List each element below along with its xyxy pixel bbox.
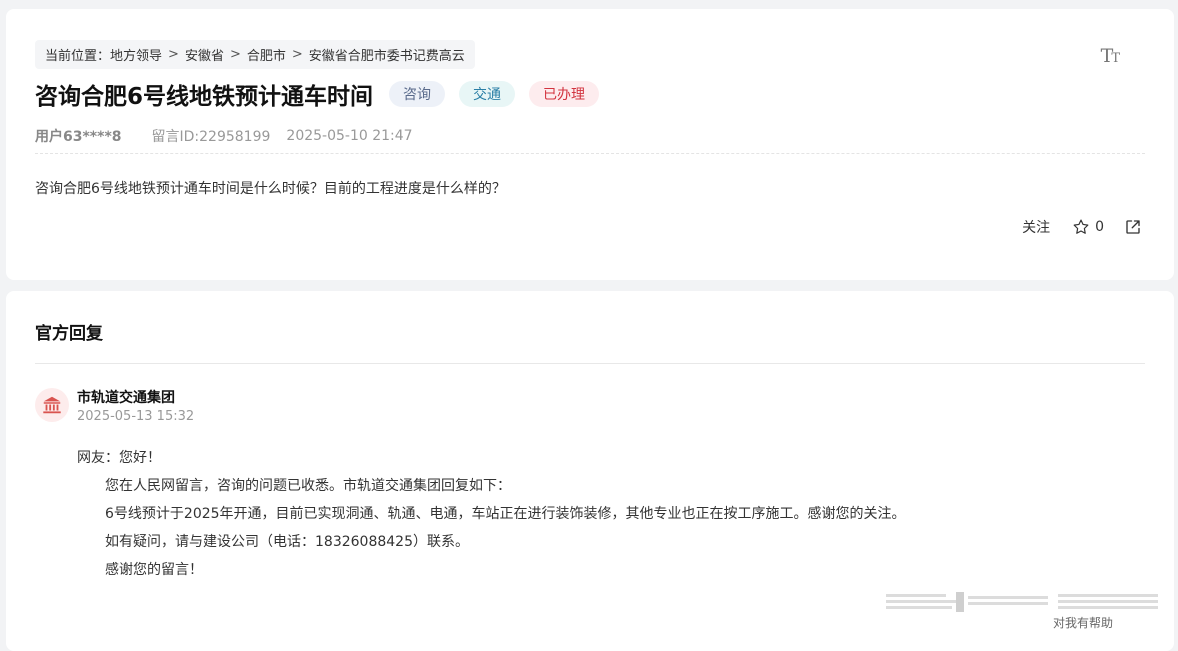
reply-paragraph: 您在人民网留言，咨询的问题已收悉。市轨道交通集团回复如下： bbox=[105, 478, 511, 494]
title-row: 咨询合肥6号线地铁预计通车时间 咨询 交通 已办理 bbox=[35, 77, 600, 111]
question-content: 咨询合肥6号线地铁预计通车时间是什么时候？目前的工程进度是什么样的？ bbox=[35, 181, 506, 197]
tag-consult[interactable]: 咨询 bbox=[389, 81, 446, 107]
breadcrumb-item-secretary[interactable]: 安徽省合肥市委书记费高云 bbox=[309, 45, 465, 64]
reply-paragraph: 6号线预计于2025年开通，目前已实现洞通、轨通、电通，车站正在进行装饰装修，其… bbox=[105, 506, 906, 522]
org-name: 市轨道交通集团 bbox=[77, 390, 175, 406]
star-count: 0 bbox=[1095, 219, 1104, 235]
question-card: 当前位置： 地方领导 > 安徽省 > 合肥市 > 安徽省合肥市委书记费高云 TT… bbox=[6, 9, 1174, 280]
page-title: 咨询合肥6号线地铁预计通车时间 bbox=[35, 84, 374, 110]
share-icon bbox=[1126, 220, 1140, 234]
reply-body: 网友：您好！ 您在人民网留言，咨询的问题已收悉。市轨道交通集团回复如下： 6号线… bbox=[77, 444, 906, 584]
breadcrumb-separator: > bbox=[291, 47, 303, 62]
avatar bbox=[35, 388, 69, 422]
reply-datetime: 2025-05-13 15:32 bbox=[77, 409, 195, 424]
breadcrumb-item-anhui[interactable]: 安徽省 bbox=[185, 45, 224, 64]
helpful-button[interactable]: 对我有帮助 bbox=[1053, 614, 1113, 631]
question-datetime: 2025-05-10 21:47 bbox=[286, 128, 413, 144]
breadcrumb-item-hefei[interactable]: 合肥市 bbox=[247, 45, 286, 64]
star-button[interactable]: 0 bbox=[1072, 218, 1104, 236]
tag-traffic[interactable]: 交通 bbox=[459, 81, 516, 107]
follow-button[interactable]: 关注 bbox=[1022, 217, 1050, 237]
status-badge: 已办理 bbox=[529, 81, 600, 107]
share-button[interactable] bbox=[1124, 218, 1142, 236]
divider bbox=[35, 153, 1145, 154]
question-actions: 关注 0 bbox=[1022, 217, 1142, 237]
reply-greeting: 网友：您好！ bbox=[77, 450, 161, 466]
government-building-icon bbox=[43, 396, 61, 414]
star-icon bbox=[1073, 219, 1089, 234]
reply-paragraph: 感谢您的留言！ bbox=[105, 562, 203, 578]
divider bbox=[35, 363, 1145, 364]
message-id: 留言ID:22958199 bbox=[151, 129, 271, 145]
reply-heading: 官方回复 bbox=[35, 324, 103, 344]
breadcrumb-separator: > bbox=[229, 47, 241, 62]
breadcrumb: 当前位置： 地方领导 > 安徽省 > 合肥市 > 安徽省合肥市委书记费高云 bbox=[35, 40, 475, 69]
breadcrumb-item-local-leaders[interactable]: 地方领导 bbox=[110, 45, 162, 64]
reply-paragraph: 如有疑问，请与建设公司（电话：18326088425）联系。 bbox=[105, 534, 469, 550]
user-name: 用户63****8 bbox=[35, 129, 122, 145]
breadcrumb-label: 当前位置： bbox=[45, 49, 111, 64]
question-meta: 用户63****8 留言ID:22958199 2025-05-10 21:47 bbox=[35, 126, 413, 146]
breadcrumb-separator: > bbox=[168, 47, 179, 62]
font-size-toggle-icon[interactable]: TT bbox=[1101, 45, 1120, 67]
reply-card: 官方回复 市轨道交通集团 2025-05-13 15:32 网友：您好！ 您在人… bbox=[6, 291, 1174, 651]
